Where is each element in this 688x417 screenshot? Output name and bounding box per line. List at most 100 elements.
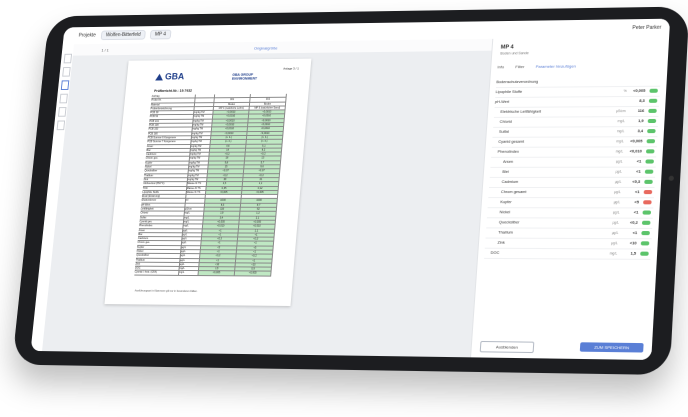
page-thumb[interactable] [63, 53, 73, 64]
parameter-value: <0,2 [629, 220, 638, 225]
parameter-row[interactable]: Blei µg/L <1 [489, 167, 656, 178]
table-cell: 14 [209, 148, 247, 152]
parameter-unit: mg/L [617, 119, 626, 124]
table-cell: <0,2 [245, 152, 282, 157]
table-cell: 9,8 [208, 161, 245, 165]
breadcrumb-sample[interactable]: MP 4 [149, 29, 172, 40]
status-badge [641, 220, 651, 225]
parameter-unit: mg/L [616, 139, 624, 144]
parameter-unit: µg/L [614, 190, 621, 195]
hide-button[interactable]: Ausblenden [479, 340, 535, 354]
parameter-label: Quecksilber [498, 220, 520, 225]
parameter-value: 3,4 [637, 129, 644, 134]
status-badge [641, 231, 650, 236]
parameter-value: <0,3 [632, 179, 641, 184]
parameter-row[interactable]: Thallium µg/L <1 [485, 228, 653, 240]
table-cell: MP 5 (natürlicher Sand) [249, 106, 286, 110]
parameter-value: 1,9 [638, 119, 644, 124]
table-cell: µg/L [179, 258, 201, 262]
page-thumb[interactable] [62, 67, 71, 77]
parameter-row[interactable]: Chrom gesamt µg/L <1 [488, 188, 655, 199]
table-cell: Chrom ges. [145, 157, 190, 161]
user-name[interactable]: Peter Parker [632, 25, 661, 31]
page-thumb-active[interactable] [60, 80, 70, 90]
parameter-row[interactable]: Cadmium µg/L <0,3 [488, 177, 656, 188]
table-cell: Sulfat [139, 216, 185, 220]
table-cell: 001 [214, 98, 251, 102]
parameter-row[interactable]: Kupfer µg/L <5 [487, 198, 654, 209]
table-cell: Kupfer [145, 161, 190, 165]
table-cell: mg/kg TM [188, 165, 209, 169]
table-cell: µg/L [179, 262, 200, 267]
breadcrumb-project[interactable]: Wolfen-Bitterfeld [100, 30, 146, 41]
table-cell: Chlorid [140, 211, 185, 216]
table-cell: 8,7 [240, 203, 278, 207]
table-cell: µg/L [181, 241, 202, 245]
table-cell: <0,0010 [212, 119, 249, 123]
table-cell: Cyanid l. freis. (CFA) [134, 271, 180, 275]
table-cell: <1 [199, 258, 237, 263]
table-cell: Auftrag [151, 94, 196, 99]
parameter-row[interactable]: Quecksilber µg/L <0,2 [486, 218, 653, 229]
status-badge [647, 129, 656, 134]
table-cell: Blei [138, 232, 183, 237]
table-cell: <0,2 [236, 254, 273, 259]
table-cell: <0,0010 [211, 127, 248, 131]
table-cell: <0,0010 [212, 123, 249, 127]
table-cell: Boden [249, 102, 287, 106]
footnote: Ausführungsart in Klammern gilt nur in b… [134, 289, 198, 294]
parameter-label: Nickel [499, 210, 511, 215]
table-cell: mg/L [183, 216, 205, 220]
table-cell: Boden [214, 102, 251, 106]
table-cell: 2,1 [239, 216, 277, 220]
page-thumb[interactable] [56, 120, 66, 131]
parameter-unit: µS/cm [615, 109, 626, 114]
table-cell: <0,2 [200, 254, 237, 258]
page-thumb[interactable] [57, 107, 67, 117]
parameter-value: <10 [629, 241, 637, 246]
table-cell: 0,35 [206, 186, 243, 190]
parameter-unit: µg/L [615, 169, 623, 174]
parameter-label: DOC [490, 250, 500, 255]
table-cell: µg/L [180, 250, 201, 254]
parameter-row[interactable]: Nickel µg/L <1 [486, 208, 654, 219]
table-cell: µg/L [180, 254, 201, 258]
parameter-label: Lipophile Stoffe [495, 89, 523, 95]
table-cell: TOC [142, 186, 187, 190]
parameter-row[interactable]: Phenolindex mg/L <0,010 [491, 147, 657, 158]
status-badge [643, 190, 653, 195]
page-thumb[interactable] [59, 93, 68, 104]
table-cell: PCB Summe 7 Kongenere [147, 140, 192, 144]
parameter-value: <1 [636, 159, 642, 164]
report-title-label: Prüfbericht-Nr.: [153, 88, 179, 93]
table-cell: Masse-% TS [186, 190, 207, 195]
table-cell: pH-Wert [141, 203, 186, 207]
parameter-unit: µg/L [612, 210, 620, 215]
status-badge [642, 210, 652, 215]
parameter-row[interactable]: Arsen µg/L <1 [490, 157, 657, 168]
table-cell: 0,12 [242, 186, 279, 190]
table-cell: MP 4 (natürliche Lehm) [213, 106, 250, 111]
parameter-label: Thallium [498, 230, 514, 235]
status-badge [640, 251, 649, 256]
parameter-row[interactable]: DOC mg/L 1,5 [484, 248, 652, 260]
table-cell: Thallium [143, 173, 189, 178]
save-button[interactable]: ZUM SPEICHERN [579, 342, 644, 353]
tab-add-parameter[interactable]: Parameter hinzufügen [536, 64, 576, 69]
table-cell: Cyanid ges. [139, 220, 184, 224]
table-cell: ml [185, 199, 206, 203]
table-cell: mg/kg TM [188, 169, 209, 173]
table-cell: <1 [238, 233, 275, 237]
table-cell: <0,0010 [248, 118, 285, 123]
table-cell: Kupfer [136, 245, 182, 250]
table-cell: PCB 180 [147, 132, 193, 136]
parameter-row[interactable]: Cyanid gesamt mg/L <0,005 [491, 137, 658, 148]
breadcrumb-projects[interactable]: Projekte [78, 33, 96, 39]
tab-filter[interactable]: Filter [515, 64, 524, 69]
parameter-unit: % [623, 88, 627, 94]
tab-info[interactable]: Info [497, 64, 504, 69]
table-cell: PCB Summe 6 Kongenere [147, 136, 192, 140]
parameter-label: Sulfat [498, 129, 509, 134]
zoom-mode[interactable]: Originalgröße [254, 45, 278, 50]
parameter-row[interactable]: Sulfat mg/L 3,4 [492, 127, 658, 138]
